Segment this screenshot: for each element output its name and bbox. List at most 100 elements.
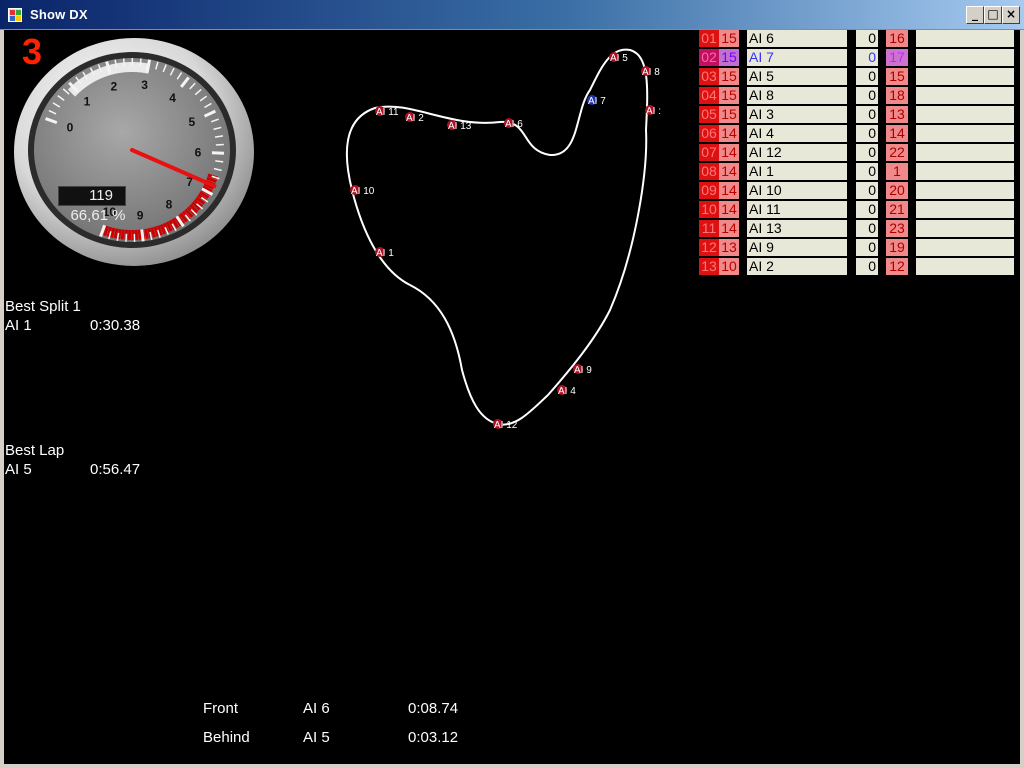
car-marker-label: AI 6 bbox=[505, 119, 523, 130]
gap-cell: 0 bbox=[856, 201, 878, 218]
laps-cell: 14 bbox=[719, 144, 739, 161]
scale-band-tick bbox=[140, 62, 145, 73]
scale-band-tick bbox=[115, 63, 121, 74]
gap-cell: 0 bbox=[856, 239, 878, 256]
scale-label: 8 bbox=[166, 198, 173, 212]
scale-band-tick bbox=[118, 62, 123, 73]
car-marker-label: AI 13 bbox=[448, 121, 472, 132]
redline-tick bbox=[120, 229, 125, 240]
standings-row: 03 15 AI 5 0 15 bbox=[698, 68, 1016, 87]
rev-gauge: 012 345678910 bbox=[14, 38, 254, 266]
behind-gap: 0:03.12 bbox=[408, 729, 459, 746]
car-number-cell: 21 bbox=[886, 201, 908, 218]
car-marker-label: AI 1 bbox=[376, 248, 394, 259]
scale-band-tick bbox=[135, 62, 139, 73]
driver-cell: AI 1 bbox=[747, 163, 847, 180]
position-cell: 06 bbox=[699, 125, 719, 142]
gap-cell: 0 bbox=[856, 87, 878, 104]
gear-indicator: 3 bbox=[22, 31, 43, 72]
scale-band-tick bbox=[142, 62, 148, 74]
redline-tick bbox=[137, 229, 142, 240]
front-driver: AI 6 bbox=[303, 700, 330, 717]
car-number-cell: 16 bbox=[886, 30, 908, 47]
blank-cell bbox=[916, 49, 1014, 66]
gap-cell: 0 bbox=[856, 68, 878, 85]
position-cell: 09 bbox=[699, 182, 719, 199]
laps-cell: 14 bbox=[719, 125, 739, 142]
driver-cell: AI 8 bbox=[747, 87, 847, 104]
gap-cell: 0 bbox=[856, 125, 878, 142]
position-cell: 11 bbox=[699, 220, 719, 237]
car-number-cell: 17 bbox=[886, 49, 908, 66]
car-marker-label: AI 8 bbox=[642, 67, 660, 78]
speed-readout: 119 bbox=[58, 186, 126, 206]
car-number-cell: 1 bbox=[886, 163, 908, 180]
standings-row: 01 15 AI 6 0 16 bbox=[698, 30, 1016, 49]
car-number-cell: 15 bbox=[886, 68, 908, 85]
standings-row: 06 14 AI 4 0 14 bbox=[698, 125, 1016, 144]
driver-cell: AI 5 bbox=[747, 68, 847, 85]
car-number-cell: 14 bbox=[886, 125, 908, 142]
redline-tick bbox=[134, 229, 139, 240]
laps-cell: 13 bbox=[719, 239, 739, 256]
blank-cell bbox=[916, 201, 1014, 218]
laps-cell: 10 bbox=[719, 258, 739, 275]
driver-cell: AI 4 bbox=[747, 125, 847, 142]
scale-label: 4 bbox=[169, 91, 176, 105]
car-marker-label: AI 12 bbox=[494, 420, 518, 431]
driver-cell: AI 7 bbox=[747, 49, 847, 66]
car-marker-label: AI 4 bbox=[558, 386, 576, 397]
scale-label: 3 bbox=[141, 78, 148, 92]
car-number-cell: 20 bbox=[886, 182, 908, 199]
standings-row: 05 15 AI 3 0 13 bbox=[698, 106, 1016, 125]
scale-tick bbox=[139, 58, 142, 67]
standings-row: 08 14 AI 1 01 bbox=[698, 163, 1016, 182]
standings-row: 09 14 AI 10 0 20 bbox=[698, 182, 1016, 201]
position-cell: 08 bbox=[699, 163, 719, 180]
standings-row: 11 14 AI 13 0 23 bbox=[698, 220, 1016, 239]
driver-cell: AI 6 bbox=[747, 30, 847, 47]
scale-tick bbox=[215, 160, 224, 163]
standings-row: 13 10 AI 2 0 12 bbox=[698, 258, 1016, 277]
laps-cell: 14 bbox=[719, 182, 739, 199]
blank-cell bbox=[916, 30, 1014, 47]
driver-cell: AI 12 bbox=[747, 144, 847, 161]
gap-cell: 0 bbox=[856, 30, 878, 47]
gap-cell: 0 bbox=[856, 106, 878, 123]
behind-driver: AI 5 bbox=[303, 729, 330, 746]
laps-cell: 14 bbox=[719, 220, 739, 237]
scale-label: 6 bbox=[195, 145, 202, 159]
scale-label: 2 bbox=[110, 80, 117, 94]
front-label: Front bbox=[203, 700, 239, 717]
gap-cell: 0 bbox=[856, 163, 878, 180]
car-number-cell: 19 bbox=[886, 239, 908, 256]
gap-cell: 0 bbox=[856, 49, 878, 66]
car-number-cell: 13 bbox=[886, 106, 908, 123]
behind-label: Behind bbox=[203, 729, 250, 746]
driver-cell: AI 9 bbox=[747, 239, 847, 256]
blank-cell bbox=[916, 125, 1014, 142]
blank-cell bbox=[916, 163, 1014, 180]
gap-cell: 0 bbox=[856, 144, 878, 161]
car-number-cell: 18 bbox=[886, 87, 908, 104]
front-gap: 0:08.74 bbox=[408, 700, 459, 717]
blank-cell bbox=[916, 258, 1014, 275]
car-marker-label: AI 9 bbox=[574, 365, 592, 376]
car-number-cell: 23 bbox=[886, 220, 908, 237]
gap-cell: 0 bbox=[856, 220, 878, 237]
position-cell: 07 bbox=[699, 144, 719, 161]
position-cell: 03 bbox=[699, 68, 719, 85]
gap-cell: 0 bbox=[856, 182, 878, 199]
standings-row: 07 14 AI 12 0 22 bbox=[698, 144, 1016, 163]
laps-cell: 15 bbox=[719, 49, 739, 66]
driver-cell: AI 11 bbox=[747, 201, 847, 218]
car-marker-label: AI 10 bbox=[351, 186, 375, 197]
car-marker-label: AI 2 bbox=[406, 113, 424, 124]
scale-label: 0 bbox=[67, 120, 74, 134]
car-number-cell: 12 bbox=[886, 258, 908, 275]
car-number-cell: 22 bbox=[886, 144, 908, 161]
blank-cell bbox=[916, 239, 1014, 256]
position-cell: 05 bbox=[699, 106, 719, 123]
blank-cell bbox=[916, 220, 1014, 237]
scale-tick bbox=[140, 229, 145, 242]
